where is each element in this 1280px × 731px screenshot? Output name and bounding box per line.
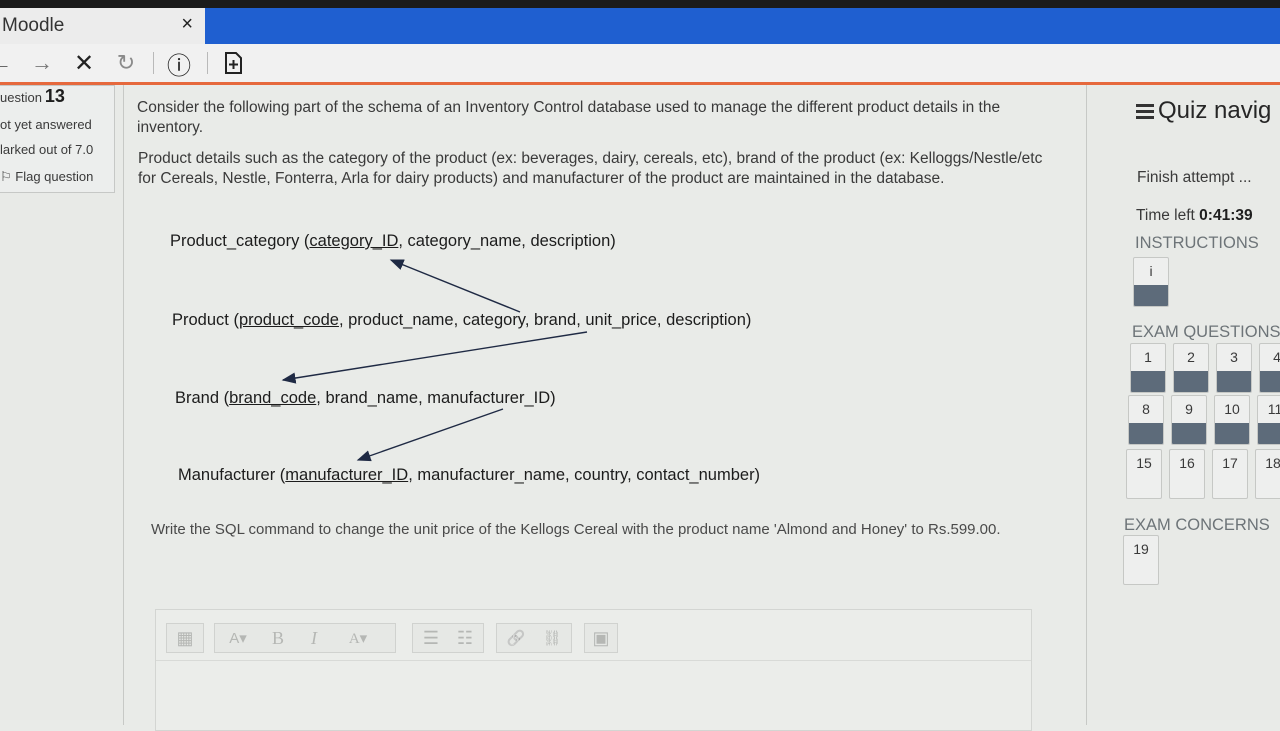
instructions-button[interactable]: i [1133,257,1169,307]
foreign-key-arrows [281,259,588,462]
editor-group: ▣ [584,623,618,653]
insert-image-icon[interactable]: ▣ [585,624,617,652]
browser-tab[interactable]: Moodle × [0,8,205,44]
italic-icon[interactable]: I [299,624,329,652]
question-nav-button[interactable]: 1 [1130,343,1166,393]
quiz-page: uestion 13 ot yet answered larked out of … [0,85,1280,731]
question-number: uestion 13 [0,86,65,106]
back-icon[interactable]: ← [0,48,14,78]
stop-icon[interactable]: ✕ [70,48,98,78]
question-nav-button[interactable]: 15 [1126,449,1162,499]
question-marks: larked out of 7.0 [0,142,94,157]
reload-icon[interactable]: ↻ [112,48,140,78]
question-nav-button[interactable]: 8 [1128,395,1164,445]
page-action-icon[interactable] [220,48,246,78]
toolbar-separator [207,52,208,74]
question-nav-button[interactable]: 16 [1169,449,1205,499]
flag-question-link[interactable]: ⚐ Flag question [0,169,93,185]
quiz-navigation: Quiz navig Finish attempt ... Time left … [1108,85,1280,720]
question-content: Consider the following part of the schem… [123,85,1087,731]
tab-close-icon[interactable]: × [181,13,193,36]
flag-icon: ⚐ [0,169,12,184]
link-icon[interactable]: 🔗 [499,624,533,652]
menu-icon[interactable] [1136,101,1154,122]
editor-group: 🔗 ⛓ [496,623,572,653]
paragraph-style-icon[interactable]: A▾ [221,624,255,652]
exam-concerns-heading: EXAM CONCERNS [1124,516,1270,534]
question-nav-button[interactable]: 19 [1123,535,1159,585]
question-state: ot yet answered [0,117,92,132]
browser-toolbar: ← → ✕ ↻ ⓘ [0,44,1280,85]
brand-fk-arrow [281,331,588,384]
question-nav-button[interactable]: 10 [1214,395,1250,445]
question-info: uestion 13 ot yet answered larked out of … [0,85,115,193]
exam-questions-heading: EXAM QUESTIONS [1132,323,1280,341]
site-info-icon[interactable]: ⓘ [165,48,193,80]
time-left: Time left 0:41:39 [1136,207,1253,224]
finish-attempt-link[interactable]: Finish attempt ... [1137,169,1252,187]
question-nav-button[interactable]: 18 [1255,449,1280,499]
manufacturer-fk-arrow [356,408,504,462]
toolbar-toggle-icon[interactable]: ▦ [167,624,203,652]
question-nav-button[interactable]: 11 [1257,395,1280,445]
question-nav-button[interactable]: 3 [1216,343,1252,393]
answer-editor: ▦ A▾ B I A▾ ☰ ☷ 🔗 ⛓ ▣ [155,609,1032,731]
toolbar-separator [153,52,154,74]
editor-group: ☰ ☷ [412,623,484,653]
bold-icon[interactable]: B [263,624,293,652]
question-nav-button[interactable]: 9 [1171,395,1207,445]
ordered-list-icon[interactable]: ☷ [449,624,481,652]
screen-top-edge [0,0,1280,8]
forward-icon[interactable]: → [28,48,56,78]
category-fk-arrow [389,259,521,313]
tab-bar: Moodle × [0,8,1280,44]
question-nav-button[interactable]: 4 [1259,343,1280,393]
question-nav-button[interactable]: 17 [1212,449,1248,499]
editor-group: ▦ [166,623,204,653]
unlink-icon[interactable]: ⛓ [535,624,569,652]
question-nav-button[interactable]: 2 [1173,343,1209,393]
tab-title: Moodle [2,15,65,36]
quiz-navigation-title: Quiz navig [1136,97,1271,125]
font-color-icon[interactable]: A▾ [335,624,381,652]
question-text: Write the SQL command to change the unit… [151,521,1001,538]
editor-toolbar: ▦ A▾ B I A▾ ☰ ☷ 🔗 ⛓ ▣ [156,610,1031,661]
instructions-heading: INSTRUCTIONS [1135,234,1259,252]
editor-group: A▾ B I A▾ [214,623,396,653]
unordered-list-icon[interactable]: ☰ [415,624,447,652]
